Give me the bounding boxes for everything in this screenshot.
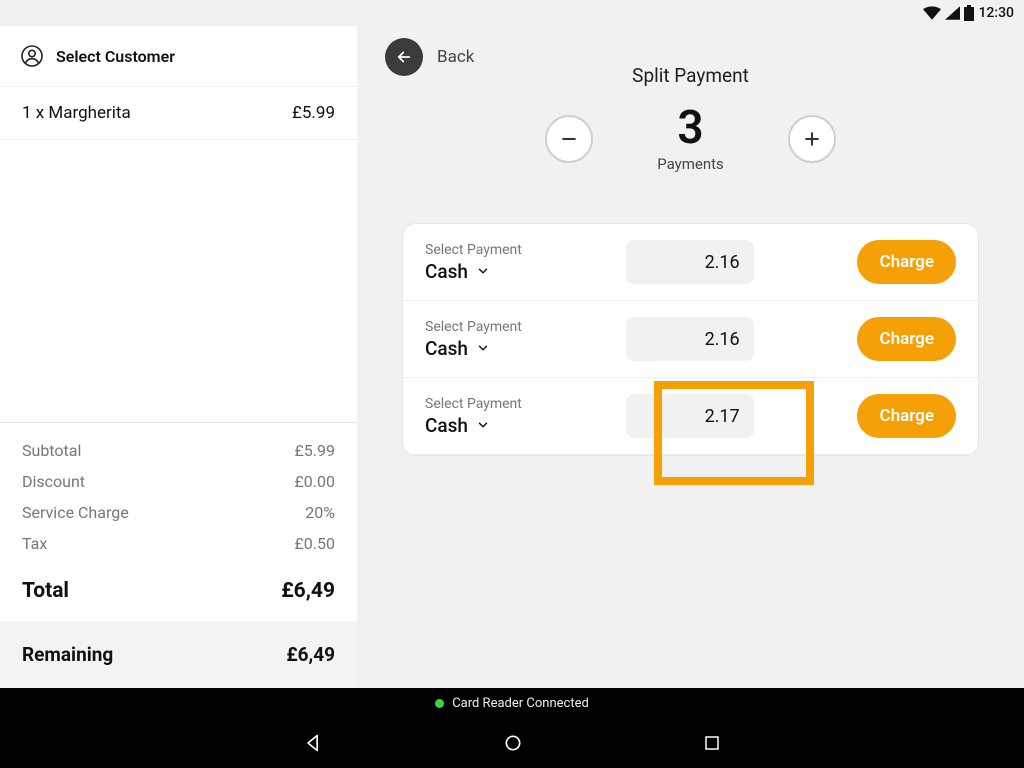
subtotal-value: £5.99 bbox=[295, 441, 336, 460]
totals: Subtotal £5.99 Discount £0.00 Service Ch… bbox=[0, 422, 357, 688]
subtotal-line: Subtotal £5.99 bbox=[0, 423, 357, 466]
discount-label: Discount bbox=[22, 472, 85, 491]
sidebar: Select Customer 1 x Margherita £5.99 Sub… bbox=[0, 26, 357, 688]
charge-button[interactable]: Charge bbox=[857, 394, 956, 438]
total-value: £6,49 bbox=[281, 579, 335, 603]
android-navbar bbox=[0, 718, 1024, 768]
chevron-down-icon bbox=[476, 264, 490, 278]
order-item-name: 1 x Margherita bbox=[22, 103, 131, 123]
card-reader-status: Card Reader Connected bbox=[0, 688, 1024, 718]
remaining-line: Remaining £6,49 bbox=[0, 621, 357, 688]
select-customer-label: Select Customer bbox=[56, 47, 175, 66]
arrow-left-icon bbox=[395, 48, 413, 66]
payment-method-label: Select Payment bbox=[425, 396, 522, 412]
order-list: 1 x Margherita £5.99 bbox=[0, 87, 357, 140]
payment-count: 3 bbox=[657, 105, 724, 151]
chevron-down-icon bbox=[476, 341, 490, 355]
discount-line: Discount £0.00 bbox=[0, 466, 357, 497]
subtotal-label: Subtotal bbox=[22, 441, 81, 460]
payment-method-label: Select Payment bbox=[425, 319, 522, 335]
payment-method-select[interactable]: Select Payment Cash bbox=[425, 319, 522, 360]
total-label: Total bbox=[22, 579, 69, 603]
back-button[interactable] bbox=[385, 38, 423, 76]
person-icon bbox=[20, 44, 44, 68]
bottombar: Card Reader Connected bbox=[0, 688, 1024, 768]
chevron-down-icon bbox=[476, 418, 490, 432]
decrement-button[interactable] bbox=[545, 115, 593, 163]
nav-recent-icon[interactable] bbox=[703, 734, 721, 752]
remaining-value: £6,49 bbox=[286, 643, 335, 666]
service-label: Service Charge bbox=[22, 503, 129, 522]
payment-method-select[interactable]: Select Payment Cash bbox=[425, 242, 522, 283]
statusbar: 12:30 bbox=[0, 0, 1024, 26]
service-line: Service Charge 20% bbox=[0, 497, 357, 528]
service-value: 20% bbox=[305, 503, 335, 522]
payments-card: Select Payment Cash 2.16 Charge Select P… bbox=[402, 223, 979, 456]
wifi-icon bbox=[923, 6, 941, 20]
payment-count-stepper: 3 Payments bbox=[357, 105, 1024, 173]
nav-home-icon[interactable] bbox=[503, 733, 523, 753]
amount-input[interactable]: 2.16 bbox=[626, 317, 754, 361]
payment-row: Select Payment Cash 2.16 Charge bbox=[403, 301, 978, 378]
payment-row: Select Payment Cash 2.17 Charge bbox=[403, 378, 978, 455]
payment-count-label: Payments bbox=[657, 155, 724, 173]
payment-method-value: Cash bbox=[425, 414, 468, 437]
charge-button[interactable]: Charge bbox=[857, 317, 956, 361]
card-reader-label: Card Reader Connected bbox=[452, 696, 589, 711]
split-payment-title: Split Payment bbox=[357, 64, 1024, 87]
signal-icon bbox=[945, 6, 960, 20]
charge-button[interactable]: Charge bbox=[857, 240, 956, 284]
discount-value: £0.00 bbox=[295, 472, 336, 491]
tax-value: £0.50 bbox=[295, 534, 336, 553]
nav-back-icon[interactable] bbox=[303, 733, 323, 753]
select-customer-row[interactable]: Select Customer bbox=[0, 26, 357, 87]
payment-method-label: Select Payment bbox=[425, 242, 522, 258]
main: Back Split Payment 3 Payments Select Pay… bbox=[357, 26, 1024, 688]
tax-line: Tax £0.50 bbox=[0, 528, 357, 563]
payment-method-value: Cash bbox=[425, 260, 468, 283]
order-item-price: £5.99 bbox=[292, 103, 335, 123]
status-dot-icon bbox=[435, 699, 444, 708]
total-line: Total £6,49 bbox=[0, 563, 357, 621]
amount-input[interactable]: 2.17 bbox=[626, 394, 754, 438]
increment-button[interactable] bbox=[788, 115, 836, 163]
tax-label: Tax bbox=[22, 534, 47, 553]
amount-input[interactable]: 2.16 bbox=[626, 240, 754, 284]
remaining-label: Remaining bbox=[22, 643, 113, 666]
battery-icon bbox=[964, 5, 974, 21]
payment-method-select[interactable]: Select Payment Cash bbox=[425, 396, 522, 437]
payment-row: Select Payment Cash 2.16 Charge bbox=[403, 224, 978, 301]
payment-method-value: Cash bbox=[425, 337, 468, 360]
status-time: 12:30 bbox=[978, 5, 1014, 21]
order-item[interactable]: 1 x Margherita £5.99 bbox=[0, 87, 357, 140]
minus-icon bbox=[559, 129, 579, 149]
back-label: Back bbox=[437, 47, 474, 67]
plus-icon bbox=[802, 129, 822, 149]
